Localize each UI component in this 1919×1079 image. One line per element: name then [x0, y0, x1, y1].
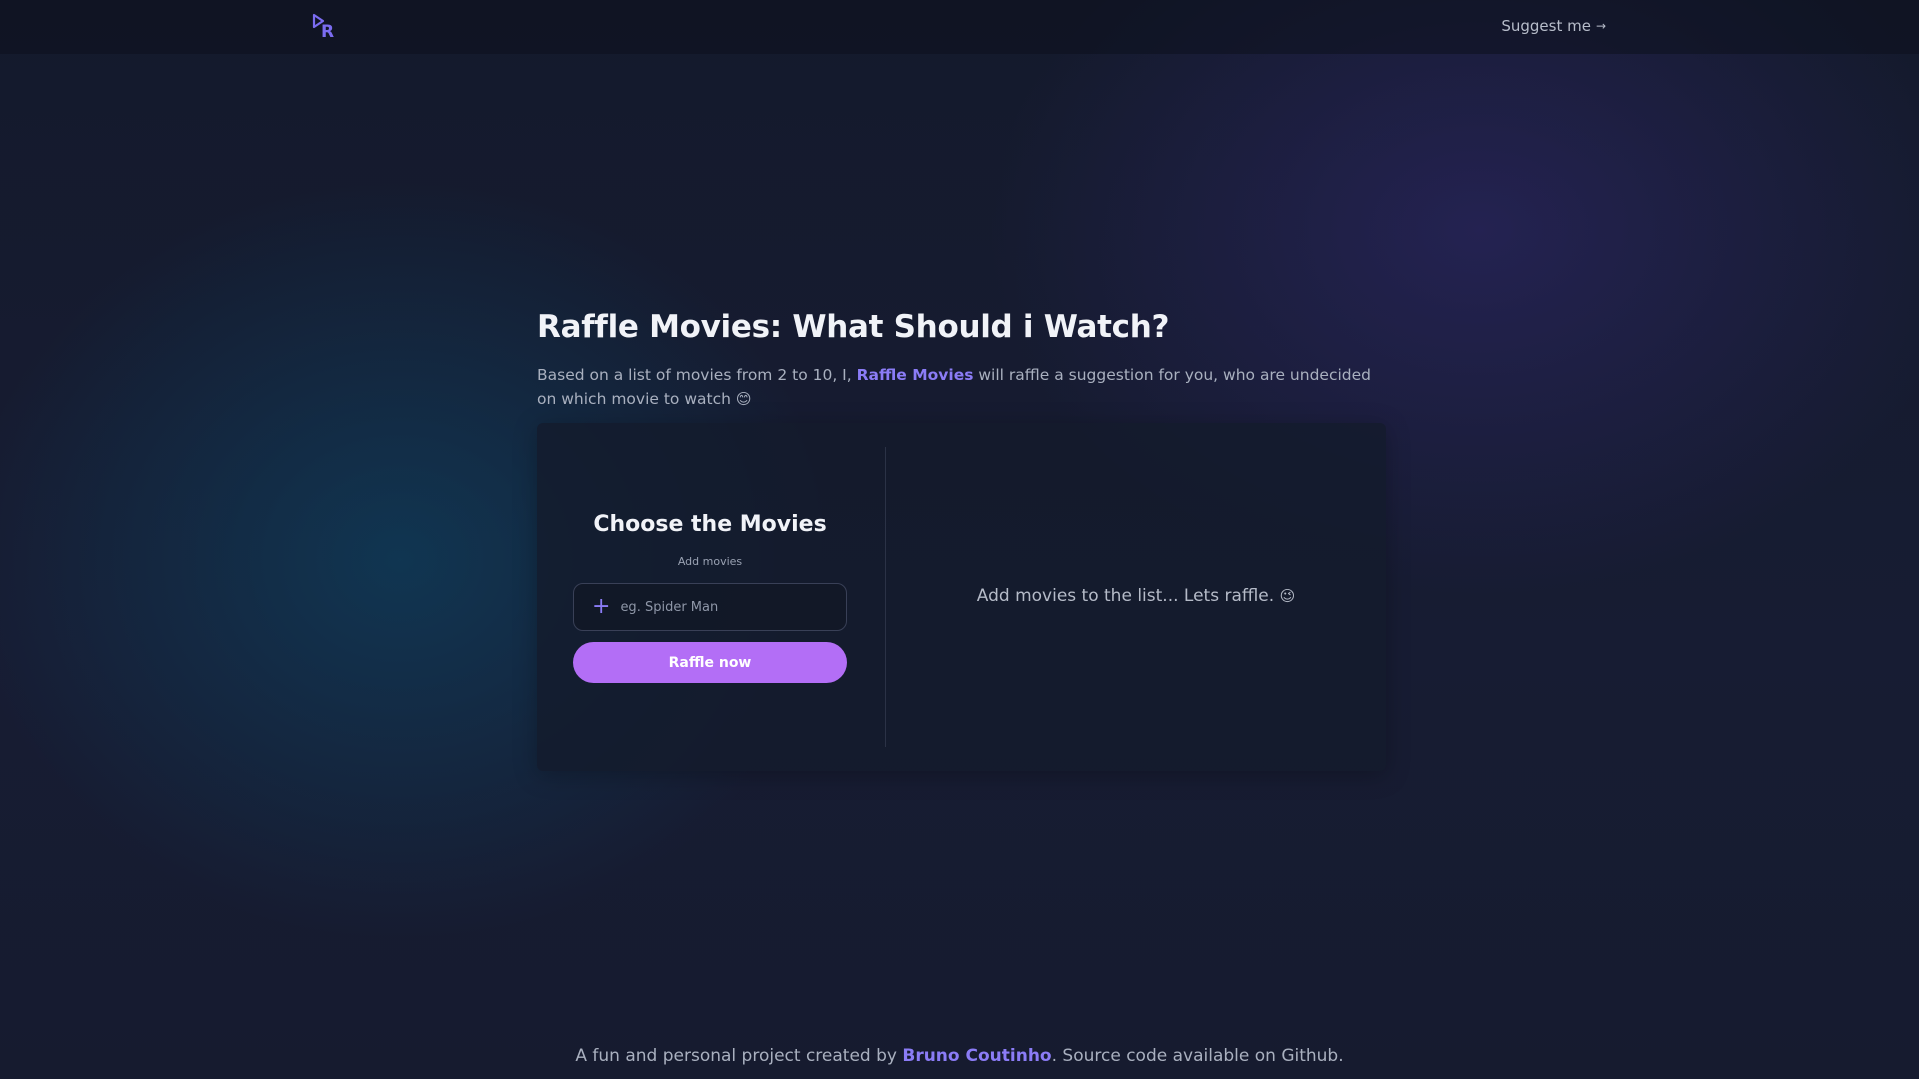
- intro-text: Based on a list of movies from 2 to 10, …: [537, 363, 1387, 411]
- page-title: Raffle Movies: What Should i Watch?: [537, 309, 1170, 345]
- raffle-card: Choose the Movies Add movies + Raffle no…: [537, 423, 1386, 771]
- empty-list-message: Add movies to the list... Lets raffle. 😉: [886, 586, 1386, 606]
- author-link[interactable]: Bruno Coutinho: [902, 1046, 1051, 1066]
- svg-text:R: R: [321, 22, 334, 39]
- brand-name: Raffle Movies: [856, 366, 974, 384]
- top-nav-bar: R Suggest me →: [0, 0, 1919, 54]
- suggest-me-label: Suggest me: [1501, 17, 1591, 35]
- footer-text-start: A fun and personal project created by: [575, 1046, 903, 1066]
- add-movies-label: Add movies: [677, 555, 743, 568]
- raffle-now-button[interactable]: Raffle now: [573, 642, 847, 683]
- choose-movies-title: Choose the Movies: [593, 512, 827, 537]
- footer: A fun and personal project created by Br…: [0, 1046, 1919, 1066]
- intro-text-start: Based on a list of movies from 2 to 10, …: [537, 366, 857, 384]
- plus-icon[interactable]: +: [592, 596, 610, 618]
- movie-name-input[interactable]: [620, 599, 831, 615]
- arrow-right-icon: →: [1595, 19, 1606, 33]
- suggest-me-link[interactable]: Suggest me →: [1501, 17, 1606, 35]
- footer-text-end: . Source code available on Github.: [1051, 1046, 1344, 1066]
- empty-list-text: Add movies to the list... Lets raffle.: [976, 586, 1280, 606]
- play-r-logo-icon[interactable]: R: [312, 13, 340, 39]
- wink-emoji-icon: 😉: [1279, 587, 1296, 605]
- movie-input-field[interactable]: +: [573, 583, 847, 631]
- smile-emoji-icon: 😊: [735, 390, 752, 408]
